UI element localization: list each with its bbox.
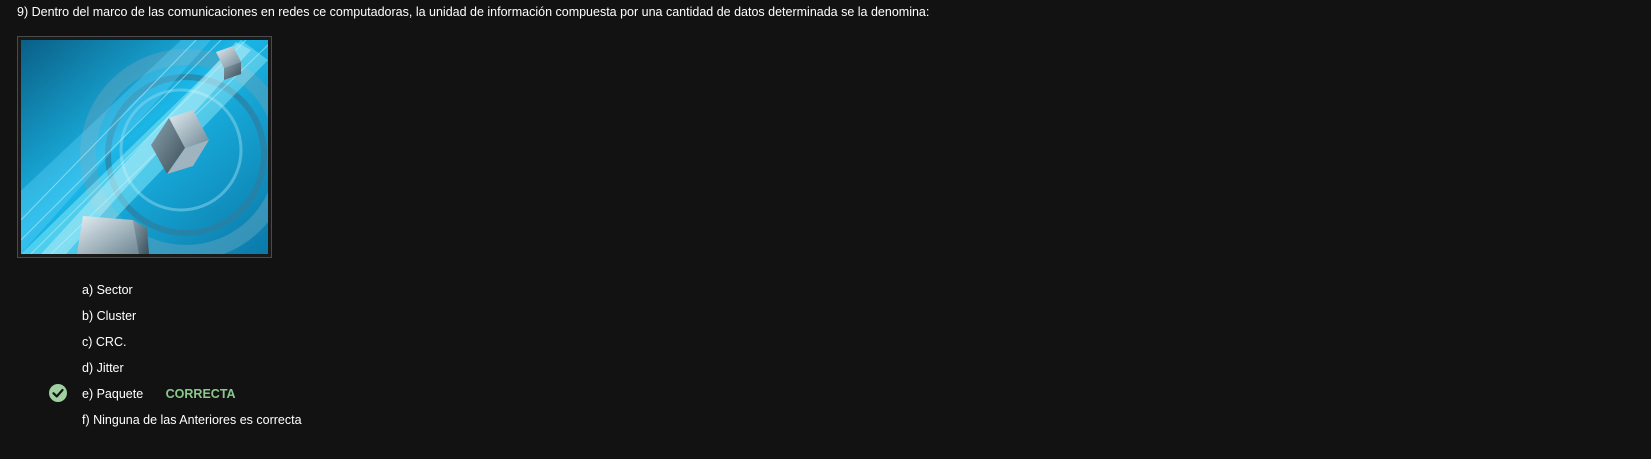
question-image	[17, 36, 272, 258]
option-c[interactable]: c) CRC.	[82, 334, 126, 350]
option-e[interactable]: e) Paquete CORRECTA	[82, 386, 236, 402]
option-b[interactable]: b) Cluster	[82, 308, 136, 324]
question-text: 9) Dentro del marco de las comunicacione…	[17, 5, 930, 19]
option-label: f) Ninguna de las Anteriores es correcta	[82, 413, 302, 427]
option-label: b) Cluster	[82, 309, 137, 323]
option-label: a) Sector	[82, 283, 133, 297]
quiz-page: 9) Dentro del marco de las comunicacione…	[0, 0, 1651, 459]
network-data-illustration	[21, 40, 268, 254]
option-label: c) CRC.	[82, 335, 127, 349]
check-circle-icon	[49, 384, 67, 402]
correct-badge: CORRECTA	[165, 387, 236, 401]
option-f[interactable]: f) Ninguna de las Anteriores es correcta	[82, 412, 302, 428]
option-d[interactable]: d) Jitter	[82, 360, 124, 376]
option-label: d) Jitter	[82, 361, 124, 375]
option-a[interactable]: a) Sector	[82, 282, 133, 298]
option-label: e) Paquete	[82, 387, 144, 401]
